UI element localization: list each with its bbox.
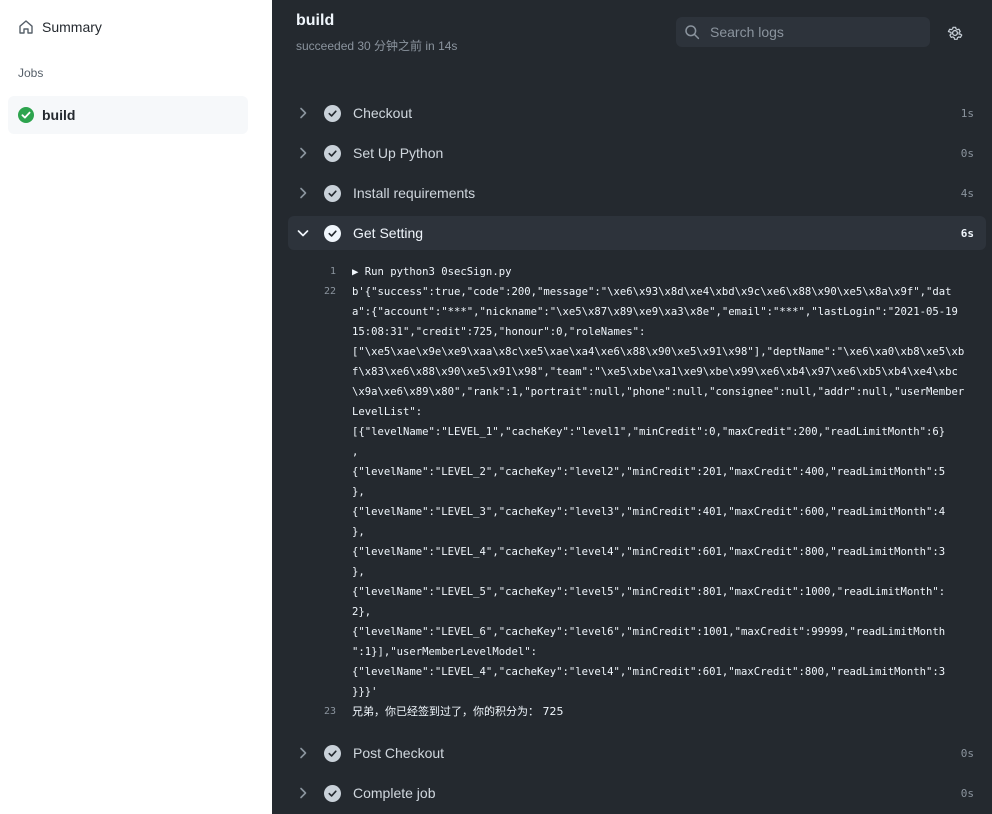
step-complete-job[interactable]: Complete job 0s: [288, 776, 986, 810]
job-log-panel: build succeeded 30 分钟之前 in 14s Checkout …: [272, 0, 992, 814]
log-line-text: b'{"success":true,"code":200,"message":"…: [352, 286, 965, 698]
sidebar: Summary Jobs build: [0, 0, 272, 814]
log-line: 23 兄弟，你已经签到过了，你的积分为： 725: [288, 702, 986, 722]
chevron-right-icon: [296, 746, 310, 760]
log-line: 22 b'{"success":true,"code":200,"message…: [288, 282, 986, 702]
step-post-checkout[interactable]: Post Checkout 0s: [288, 736, 986, 770]
step-success-icon: [324, 144, 341, 162]
step-install-requirements[interactable]: Install requirements 4s: [288, 176, 986, 210]
step-name: Complete job: [353, 785, 436, 801]
chevron-down-icon: [296, 226, 310, 240]
chevron-right-icon: [296, 146, 310, 160]
home-icon: [19, 20, 33, 34]
search-icon: [685, 25, 700, 40]
step-duration: 0s: [960, 786, 974, 800]
step-name: Install requirements: [353, 185, 476, 201]
summary-link[interactable]: Summary: [18, 16, 102, 38]
summary-label: Summary: [42, 19, 102, 35]
step-name: Checkout: [353, 105, 413, 121]
job-label: build: [42, 107, 76, 123]
chevron-right-icon: [296, 786, 310, 800]
job-item-build[interactable]: build: [8, 96, 248, 134]
step-success-icon: [324, 224, 341, 242]
jobs-heading: Jobs: [18, 66, 44, 80]
job-status-subtitle: succeeded 30 分钟之前 in 14s: [296, 39, 458, 53]
step-name: Post Checkout: [353, 745, 445, 761]
chevron-right-icon: [296, 106, 310, 120]
step-get-setting[interactable]: Get Setting 6s: [288, 216, 986, 250]
chevron-right-icon: [296, 186, 310, 200]
log-line: 1 ▶ Run python3 0secSign.py: [288, 262, 986, 282]
log-line-number[interactable]: 23: [288, 702, 352, 722]
search-logs-box[interactable]: [676, 17, 930, 47]
step-name: Get Setting: [353, 225, 424, 241]
log-line-text[interactable]: ▶ Run python3 0secSign.py: [352, 262, 966, 282]
job-title: build: [296, 12, 335, 29]
log-line-number[interactable]: 22: [288, 282, 352, 702]
step-success-icon: [324, 184, 341, 202]
step-success-icon: [324, 744, 341, 762]
step-success-icon: [324, 784, 341, 802]
step-duration: 0s: [960, 146, 974, 160]
step-checkout[interactable]: Checkout 1s: [288, 96, 986, 130]
step-set-up-python[interactable]: Set Up Python 0s: [288, 136, 986, 170]
step-duration: 4s: [960, 186, 974, 200]
step-duration: 0s: [960, 746, 974, 760]
step-success-icon: [324, 104, 341, 122]
log-line-text: 兄弟，你已经签到过了，你的积分为： 725: [352, 705, 564, 718]
step-duration: 1s: [960, 106, 974, 120]
gear-icon[interactable]: [946, 24, 964, 42]
search-logs-input[interactable]: [708, 23, 912, 41]
step-duration: 6s: [960, 226, 974, 240]
step-name: Set Up Python: [353, 145, 444, 161]
log-line-number[interactable]: 1: [288, 262, 352, 282]
step-log: 1 ▶ Run python3 0secSign.py 22 b'{"succe…: [288, 262, 986, 722]
success-check-icon: [18, 107, 34, 123]
